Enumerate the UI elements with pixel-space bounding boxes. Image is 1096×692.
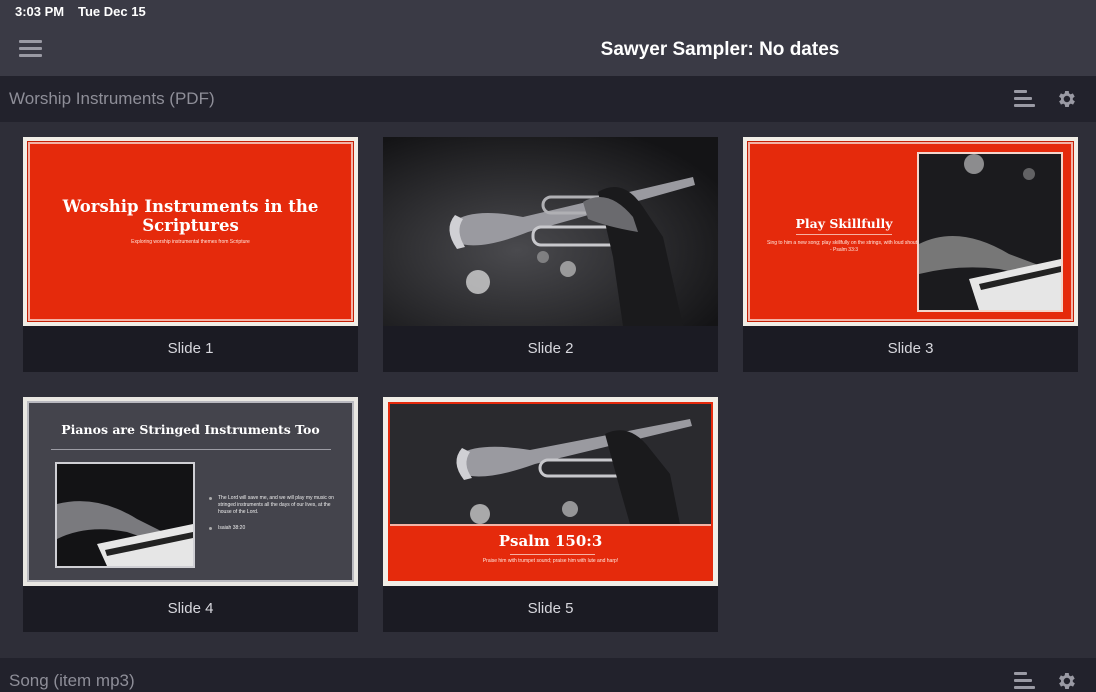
slide-thumbnail: Pianos are Stringed Instruments Too The … xyxy=(23,397,358,586)
slide-bullet: The Lord will save me, and we will play … xyxy=(218,495,334,515)
slide-thumbnail: Worship Instruments in the Scriptures Ex… xyxy=(23,137,358,326)
hamburger-menu-icon[interactable] xyxy=(19,40,42,58)
slide-card-4[interactable]: Pianos are Stringed Instruments Too The … xyxy=(23,397,358,632)
slide-caption: Slide 4 xyxy=(23,586,358,632)
piano-photo xyxy=(55,462,195,568)
slide-grid: Worship Instruments in the Scriptures Ex… xyxy=(0,122,1096,658)
slide-caption: Slide 1 xyxy=(23,326,358,372)
slide-thumbnail: Play Skillfully Sing to him a new song; … xyxy=(743,137,1078,326)
slide-title: Pianos are Stringed Instruments Too xyxy=(61,422,320,437)
slide-title: Play Skillfully xyxy=(795,216,893,231)
status-date: Tue Dec 15 xyxy=(78,4,146,19)
slide-caption: Slide 5 xyxy=(383,586,718,632)
status-time: 3:03 PM xyxy=(15,4,65,19)
slide-body: Sing to him a new song; play skillfully … xyxy=(767,240,921,253)
gear-icon[interactable] xyxy=(1055,670,1077,692)
sort-icon[interactable] xyxy=(1014,90,1035,108)
page-title: Sawyer Sampler: No dates xyxy=(600,39,840,60)
slide-card-3[interactable]: Play Skillfully Sing to him a new song; … xyxy=(743,137,1078,372)
slide-card-1[interactable]: Worship Instruments in the Scriptures Ex… xyxy=(23,137,358,372)
gear-icon[interactable] xyxy=(1055,88,1077,110)
slide-title: Psalm 150:3 xyxy=(498,532,603,550)
slide-title: Worship Instruments in the Scriptures xyxy=(62,197,319,235)
section-header-pdf: Worship Instruments (PDF) xyxy=(0,76,1096,122)
slide-card-5[interactable]: Psalm 150:3 Praise him with trumpet soun… xyxy=(383,397,718,632)
section-title: Song (item mp3) xyxy=(9,671,135,690)
slide-thumbnail xyxy=(383,137,718,326)
section-header-song: Song (item mp3) xyxy=(0,658,1096,692)
navigation-bar: Sawyer Sampler: No dates xyxy=(0,24,1096,76)
trumpet-photo xyxy=(383,137,718,326)
piano-photo xyxy=(917,152,1063,312)
slide-caption: Slide 3 xyxy=(743,326,1078,372)
slide-subtitle: Exploring worship instrumental themes fr… xyxy=(131,239,250,245)
sort-icon[interactable] xyxy=(1014,672,1035,690)
slide-subtitle: Praise him with trumpet sound; praise hi… xyxy=(482,558,619,564)
slide-caption: Slide 2 xyxy=(383,326,718,372)
slide-bullet: Isaiah 38:20 xyxy=(218,525,246,531)
section-title: Worship Instruments (PDF) xyxy=(9,89,215,108)
status-bar: 3:03 PM Tue Dec 15 xyxy=(0,0,1096,24)
trumpet-photo xyxy=(390,404,711,524)
slide-card-2[interactable]: Slide 2 xyxy=(383,137,718,372)
slide-thumbnail: Psalm 150:3 Praise him with trumpet soun… xyxy=(383,397,718,586)
